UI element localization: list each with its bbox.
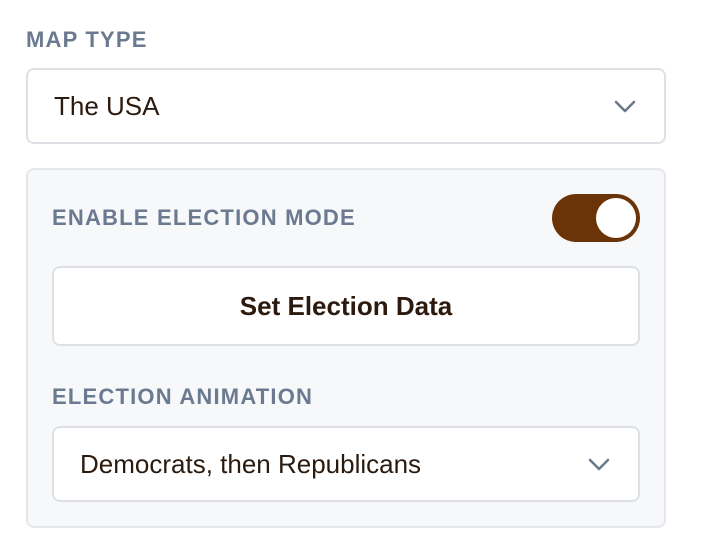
chevron-down-icon — [614, 100, 636, 113]
set-election-data-button[interactable]: Set Election Data — [52, 266, 640, 346]
election-animation-label: ELECTION ANIMATION — [52, 384, 314, 409]
map-type-select[interactable]: The USA — [26, 68, 666, 144]
toggle-knob — [596, 198, 636, 238]
election-animation-select[interactable]: Democrats, then Republicans — [52, 426, 640, 502]
election-mode-toggle[interactable] — [552, 194, 640, 242]
election-animation-value: Democrats, then Republicans — [80, 449, 422, 479]
chevron-down-icon — [588, 458, 610, 471]
map-type-label: MAP TYPE — [26, 27, 148, 52]
map-type-value: The USA — [54, 91, 160, 121]
enable-election-mode-label: ENABLE ELECTION MODE — [52, 205, 356, 230]
